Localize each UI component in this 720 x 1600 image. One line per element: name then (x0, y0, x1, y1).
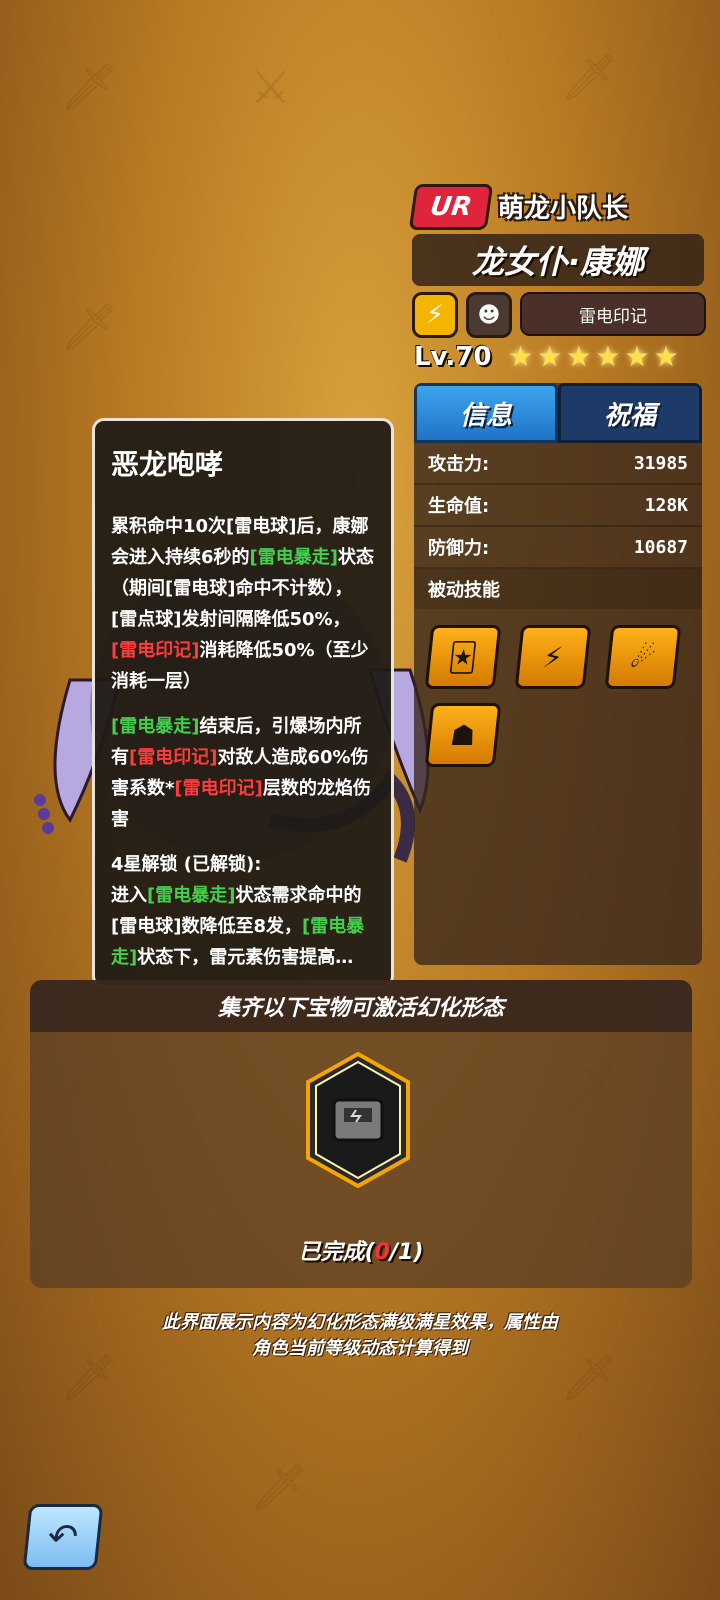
stat-value: 128K (644, 494, 688, 516)
horned-helmet-icon[interactable]: ☗ (424, 703, 502, 767)
info-panel: 信息 祝福 攻击力: 31985 生命值: 128K 防御力: 10687 被动… (414, 383, 702, 965)
tooltip-paragraph-2: [雷电暴走]结束后，引爆场内所有[雷电印记]对敌人造成60%伤害系数*[雷电印记… (111, 716, 371, 830)
tab-blessing[interactable]: 祝福 (558, 383, 702, 443)
tab-info[interactable]: 信息 (414, 383, 558, 443)
back-button[interactable]: ↶ (22, 1504, 104, 1570)
star-icon: ★ (653, 340, 679, 373)
mark-tag-button[interactable]: 雷电印记 (520, 292, 706, 336)
tab-bar: 信息 祝福 (414, 383, 702, 443)
stat-label: 生命值: (428, 496, 490, 517)
footnote-text: 此界面展示内容为幻化形态满级满星效果，属性由 角色当前等级动态计算得到 (162, 1312, 558, 1359)
rarity-badge: UR (408, 184, 494, 230)
skill-tooltip[interactable]: 恶龙咆哮 累积命中10次[雷电球]后，康娜会进入持续6秒的[雷电暴走]状态（期间… (92, 418, 394, 988)
treasure-progress: 已完成(0/1) (298, 1240, 424, 1265)
treasure-battery-icon[interactable] (306, 1052, 410, 1188)
star-icon: ★ (595, 340, 621, 373)
level-label: Lv.70 (414, 342, 492, 372)
character-subtitle: 萌龙小队长 (498, 194, 629, 224)
star-rating: ★ ★ ★ ★ ★ ★ (508, 340, 679, 374)
stat-row-hp: 生命值: 128K (414, 485, 702, 527)
treasure-header: 集齐以下宝物可激活幻化形态 (30, 980, 692, 1032)
stat-row-defense: 防御力: 10687 (414, 527, 702, 569)
character-name-bar: 龙女仆·康娜 (412, 234, 704, 286)
lightning-element-icon[interactable]: ⚡ (412, 292, 458, 338)
tooltip-paragraph-1: 累积命中10次[雷电球]后，康娜会进入持续6秒的[雷电暴走]状态（期间[雷电球]… (111, 516, 374, 692)
character-name: 龙女仆·康娜 (471, 243, 645, 281)
star-icon: ★ (508, 340, 534, 373)
back-arrow-icon: ↶ (45, 1516, 81, 1558)
stat-value: 10687 (633, 536, 688, 558)
star-icon: ★ (566, 340, 592, 373)
star-icon: ★ (624, 340, 650, 373)
dragon-face-icon[interactable]: ☻ (466, 292, 512, 338)
card-dice-icon[interactable]: 🃏 (424, 625, 502, 689)
stat-label: 攻击力: (428, 454, 490, 475)
stat-value: 31985 (633, 452, 688, 474)
stat-row-attack: 攻击力: 31985 (414, 443, 702, 485)
stat-label: 防御力: (428, 538, 490, 559)
tooltip-title: 恶龙咆哮 (111, 448, 224, 481)
tooltip-paragraph-3: 4星解锁 (已解锁): 进入[雷电暴走]状态需求命中的[雷电球]数降低至8发，[雷… (111, 854, 365, 968)
passive-skill-grid: 🃏 ⚡ ☄ ☗ (414, 609, 702, 783)
treasure-panel: 集齐以下宝物可激活幻化形态 已完成(0/1) (30, 980, 692, 1288)
passive-skills-title: 被动技能 (414, 569, 702, 609)
star-icon: ★ (537, 340, 563, 373)
lightning-burst-icon[interactable]: ⚡ (514, 625, 592, 689)
fire-orb-icon[interactable]: ☄ (604, 625, 682, 689)
